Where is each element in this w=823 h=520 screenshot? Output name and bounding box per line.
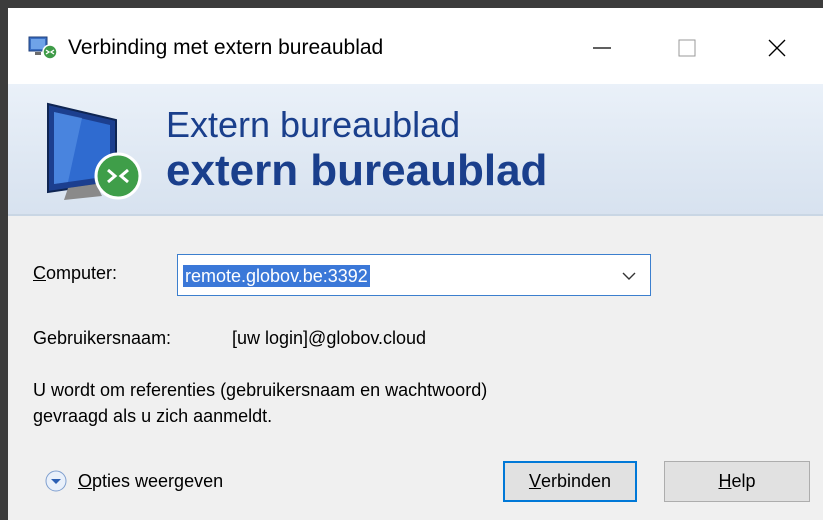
minimize-icon bbox=[593, 47, 611, 49]
remote-desktop-dialog: Verbinding met extern bureaublad Extern … bbox=[8, 8, 823, 520]
remote-desktop-icon bbox=[28, 36, 58, 60]
show-options-toggle[interactable]: Opties weergeven bbox=[45, 470, 223, 492]
monitor-remote-icon bbox=[47, 102, 142, 200]
username-label: Gebruikersnaam: bbox=[33, 328, 172, 348]
maximize-icon bbox=[678, 39, 696, 57]
banner-divider bbox=[8, 214, 823, 216]
title-bar[interactable]: Verbinding met extern bureaublad bbox=[8, 8, 823, 84]
computer-combobox[interactable]: remote.globov.be:3392 bbox=[177, 254, 651, 296]
close-icon bbox=[768, 39, 786, 57]
chevron-down-icon[interactable] bbox=[620, 267, 638, 285]
close-button[interactable] bbox=[748, 23, 806, 73]
credentials-info-line1: U wordt om referenties (gebruikersnaam e… bbox=[33, 380, 488, 400]
header-banner: Extern bureaublad extern bureaublad bbox=[8, 84, 823, 216]
background-top-edge bbox=[0, 0, 823, 8]
background-left-edge bbox=[0, 0, 8, 520]
window-title: Verbinding met extern bureaublad bbox=[68, 36, 384, 59]
username-value: [uw login]@globov.cloud bbox=[232, 328, 427, 348]
connect-button[interactable]: Verbinden bbox=[503, 461, 637, 502]
maximize-button[interactable] bbox=[658, 23, 716, 73]
credentials-info-line2: gevraagd als u zich aanmeldt. bbox=[33, 406, 273, 426]
banner-title: Extern bureaublad bbox=[166, 104, 461, 145]
show-options-label[interactable]: Opties weergeven bbox=[78, 471, 223, 492]
computer-input-value[interactable]: remote.globov.be:3392 bbox=[183, 265, 370, 287]
computer-label: Computer: bbox=[33, 263, 118, 283]
minimize-button[interactable] bbox=[573, 23, 631, 73]
expand-options-icon[interactable] bbox=[45, 470, 67, 492]
help-button[interactable]: Help bbox=[664, 461, 810, 502]
banner-subtitle: extern bureaublad bbox=[166, 146, 548, 195]
